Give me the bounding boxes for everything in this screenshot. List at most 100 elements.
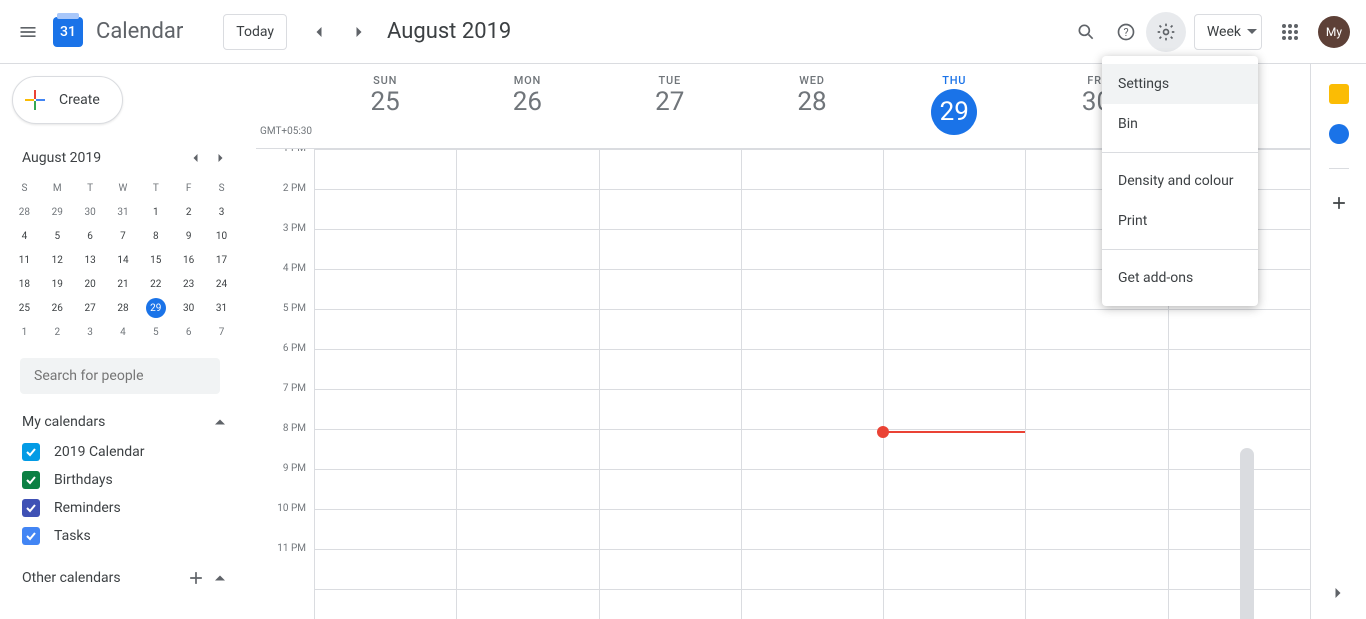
mini-day[interactable]: 14 — [107, 248, 140, 272]
grid-cell[interactable] — [1025, 590, 1167, 619]
grid-cell[interactable] — [314, 430, 456, 469]
grid-cell[interactable] — [1168, 590, 1310, 619]
view-switcher[interactable]: Week — [1194, 14, 1262, 50]
grid-cell[interactable] — [314, 190, 456, 229]
grid-cell[interactable] — [883, 270, 1025, 309]
mini-day[interactable]: 21 — [107, 272, 140, 296]
grid-cell[interactable] — [1168, 510, 1310, 549]
menu-item-settings[interactable]: Settings — [1102, 64, 1258, 104]
menu-item-addons[interactable]: Get add-ons — [1102, 258, 1258, 298]
grid-cell[interactable] — [1168, 470, 1310, 509]
grid-cell[interactable] — [883, 310, 1025, 349]
grid-cell[interactable] — [1025, 510, 1167, 549]
grid-cell[interactable] — [741, 430, 883, 469]
search-people-input[interactable] — [20, 358, 220, 394]
grid-cell[interactable] — [456, 310, 598, 349]
grid-cell[interactable] — [599, 510, 741, 549]
checkbox-icon[interactable] — [22, 499, 40, 517]
grid-cell[interactable] — [456, 470, 598, 509]
mini-day[interactable]: 23 — [172, 272, 205, 296]
search-icon[interactable] — [1066, 12, 1106, 52]
grid-cell[interactable] — [883, 590, 1025, 619]
calendar-item[interactable]: Reminders — [8, 494, 238, 522]
mini-day[interactable]: 30 — [74, 200, 107, 224]
mini-day[interactable]: 7 — [107, 224, 140, 248]
grid-cell[interactable] — [314, 230, 456, 269]
grid-cell[interactable] — [1168, 550, 1310, 589]
next-period-button[interactable] — [339, 12, 379, 52]
grid-cell[interactable] — [314, 270, 456, 309]
grid-cell[interactable] — [599, 430, 741, 469]
grid-cell[interactable] — [314, 150, 456, 189]
grid-cell[interactable] — [883, 230, 1025, 269]
grid-cell[interactable] — [599, 590, 741, 619]
grid-cell[interactable] — [741, 590, 883, 619]
grid-cell[interactable] — [741, 190, 883, 229]
today-button[interactable]: Today — [223, 14, 287, 50]
mini-day[interactable]: 19 — [41, 272, 74, 296]
menu-item-bin[interactable]: Bin — [1102, 104, 1258, 144]
grid-cell[interactable] — [741, 350, 883, 389]
grid-cell[interactable] — [314, 310, 456, 349]
other-calendars-section[interactable]: Other calendars — [8, 568, 238, 588]
mini-day[interactable]: 29 — [139, 296, 172, 320]
grid-cell[interactable] — [599, 150, 741, 189]
mini-day[interactable]: 10 — [205, 224, 238, 248]
grid-cell[interactable] — [599, 390, 741, 429]
mini-calendar[interactable]: SMTWTFS 28293031123456789101112131415161… — [8, 176, 238, 344]
mini-day[interactable]: 28 — [8, 200, 41, 224]
add-icon[interactable] — [186, 568, 206, 588]
mini-day[interactable]: 30 — [172, 296, 205, 320]
mini-day[interactable]: 6 — [74, 224, 107, 248]
my-calendars-section[interactable]: My calendars — [8, 412, 238, 432]
mini-day[interactable]: 25 — [8, 296, 41, 320]
mini-day[interactable]: 27 — [74, 296, 107, 320]
mini-day[interactable]: 3 — [74, 320, 107, 344]
mini-day[interactable]: 4 — [8, 224, 41, 248]
grid-cell[interactable] — [456, 350, 598, 389]
grid-cell[interactable] — [1025, 470, 1167, 509]
account-avatar[interactable]: My — [1318, 16, 1350, 48]
mini-day[interactable]: 1 — [139, 200, 172, 224]
keep-icon[interactable] — [1329, 84, 1349, 104]
grid-cell[interactable] — [741, 470, 883, 509]
grid-cell[interactable] — [1168, 310, 1310, 349]
grid-cell[interactable] — [456, 550, 598, 589]
mini-day[interactable]: 6 — [172, 320, 205, 344]
mini-day[interactable]: 31 — [107, 200, 140, 224]
grid-cell[interactable] — [883, 190, 1025, 229]
apps-icon[interactable] — [1270, 12, 1310, 52]
grid-cell[interactable] — [599, 270, 741, 309]
mini-next-button[interactable] — [208, 146, 232, 170]
grid-cell[interactable] — [314, 590, 456, 619]
day-header[interactable]: THU29 — [883, 64, 1025, 148]
grid-cell[interactable] — [741, 510, 883, 549]
grid-cell[interactable] — [883, 470, 1025, 509]
grid-cell[interactable] — [883, 430, 1025, 469]
mini-day[interactable]: 12 — [41, 248, 74, 272]
grid-cell[interactable] — [883, 150, 1025, 189]
checkbox-icon[interactable] — [22, 471, 40, 489]
grid-cell[interactable] — [456, 590, 598, 619]
calendar-item[interactable]: 2019 Calendar — [8, 438, 238, 466]
mini-day[interactable]: 4 — [107, 320, 140, 344]
mini-prev-button[interactable] — [184, 146, 208, 170]
grid-cell[interactable] — [1168, 430, 1310, 469]
mini-day[interactable]: 2 — [41, 320, 74, 344]
calendar-item[interactable]: Birthdays — [8, 466, 238, 494]
mini-day[interactable]: 26 — [41, 296, 74, 320]
mini-day[interactable]: 16 — [172, 248, 205, 272]
grid-cell[interactable] — [314, 510, 456, 549]
mini-day[interactable]: 8 — [139, 224, 172, 248]
mini-day[interactable]: 11 — [8, 248, 41, 272]
add-addon-icon[interactable] — [1329, 193, 1349, 217]
tasks-icon[interactable] — [1329, 124, 1349, 144]
help-icon[interactable]: ? — [1106, 12, 1146, 52]
grid-cell[interactable] — [456, 270, 598, 309]
grid-cell[interactable] — [1025, 430, 1167, 469]
mini-day[interactable]: 24 — [205, 272, 238, 296]
menu-icon[interactable] — [8, 12, 48, 52]
mini-day[interactable]: 28 — [107, 296, 140, 320]
grid-cell[interactable] — [456, 390, 598, 429]
mini-day[interactable]: 20 — [74, 272, 107, 296]
